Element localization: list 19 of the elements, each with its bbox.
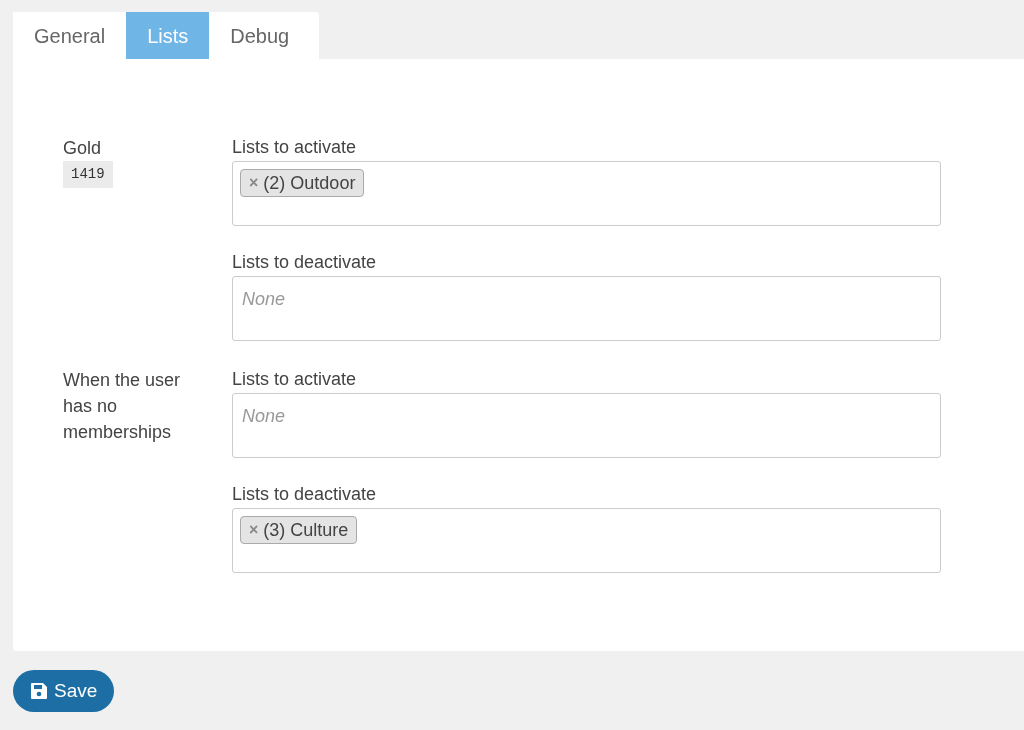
id-code: 1419: [63, 161, 113, 188]
multi-select-field[interactable]: × (2) Outdoor: [232, 161, 941, 226]
remove-tag-button[interactable]: ×: [249, 171, 259, 195]
remove-tag-button[interactable]: ×: [249, 518, 259, 542]
tag-label: (3) Culture: [263, 518, 349, 542]
field-label: Lists to activate: [232, 136, 357, 159]
placeholder: None: [241, 405, 286, 428]
field-label: Lists to deactivate: [232, 483, 377, 506]
multi-select-field[interactable]: None: [232, 393, 941, 458]
placeholder: None: [241, 288, 286, 311]
tag-label: (2) Outdoor: [263, 171, 356, 195]
save-button[interactable]: Save: [13, 670, 115, 712]
multi-select-field[interactable]: None: [232, 276, 941, 341]
multi-select-field[interactable]: × (3) Culture: [232, 508, 941, 573]
section-label: Gold: [63, 137, 103, 160]
section-label: When the user has no memberships: [63, 369, 182, 444]
field-label: Lists to deactivate: [232, 251, 377, 274]
save-icon: [30, 682, 48, 700]
field-label: Lists to activate: [232, 368, 357, 391]
